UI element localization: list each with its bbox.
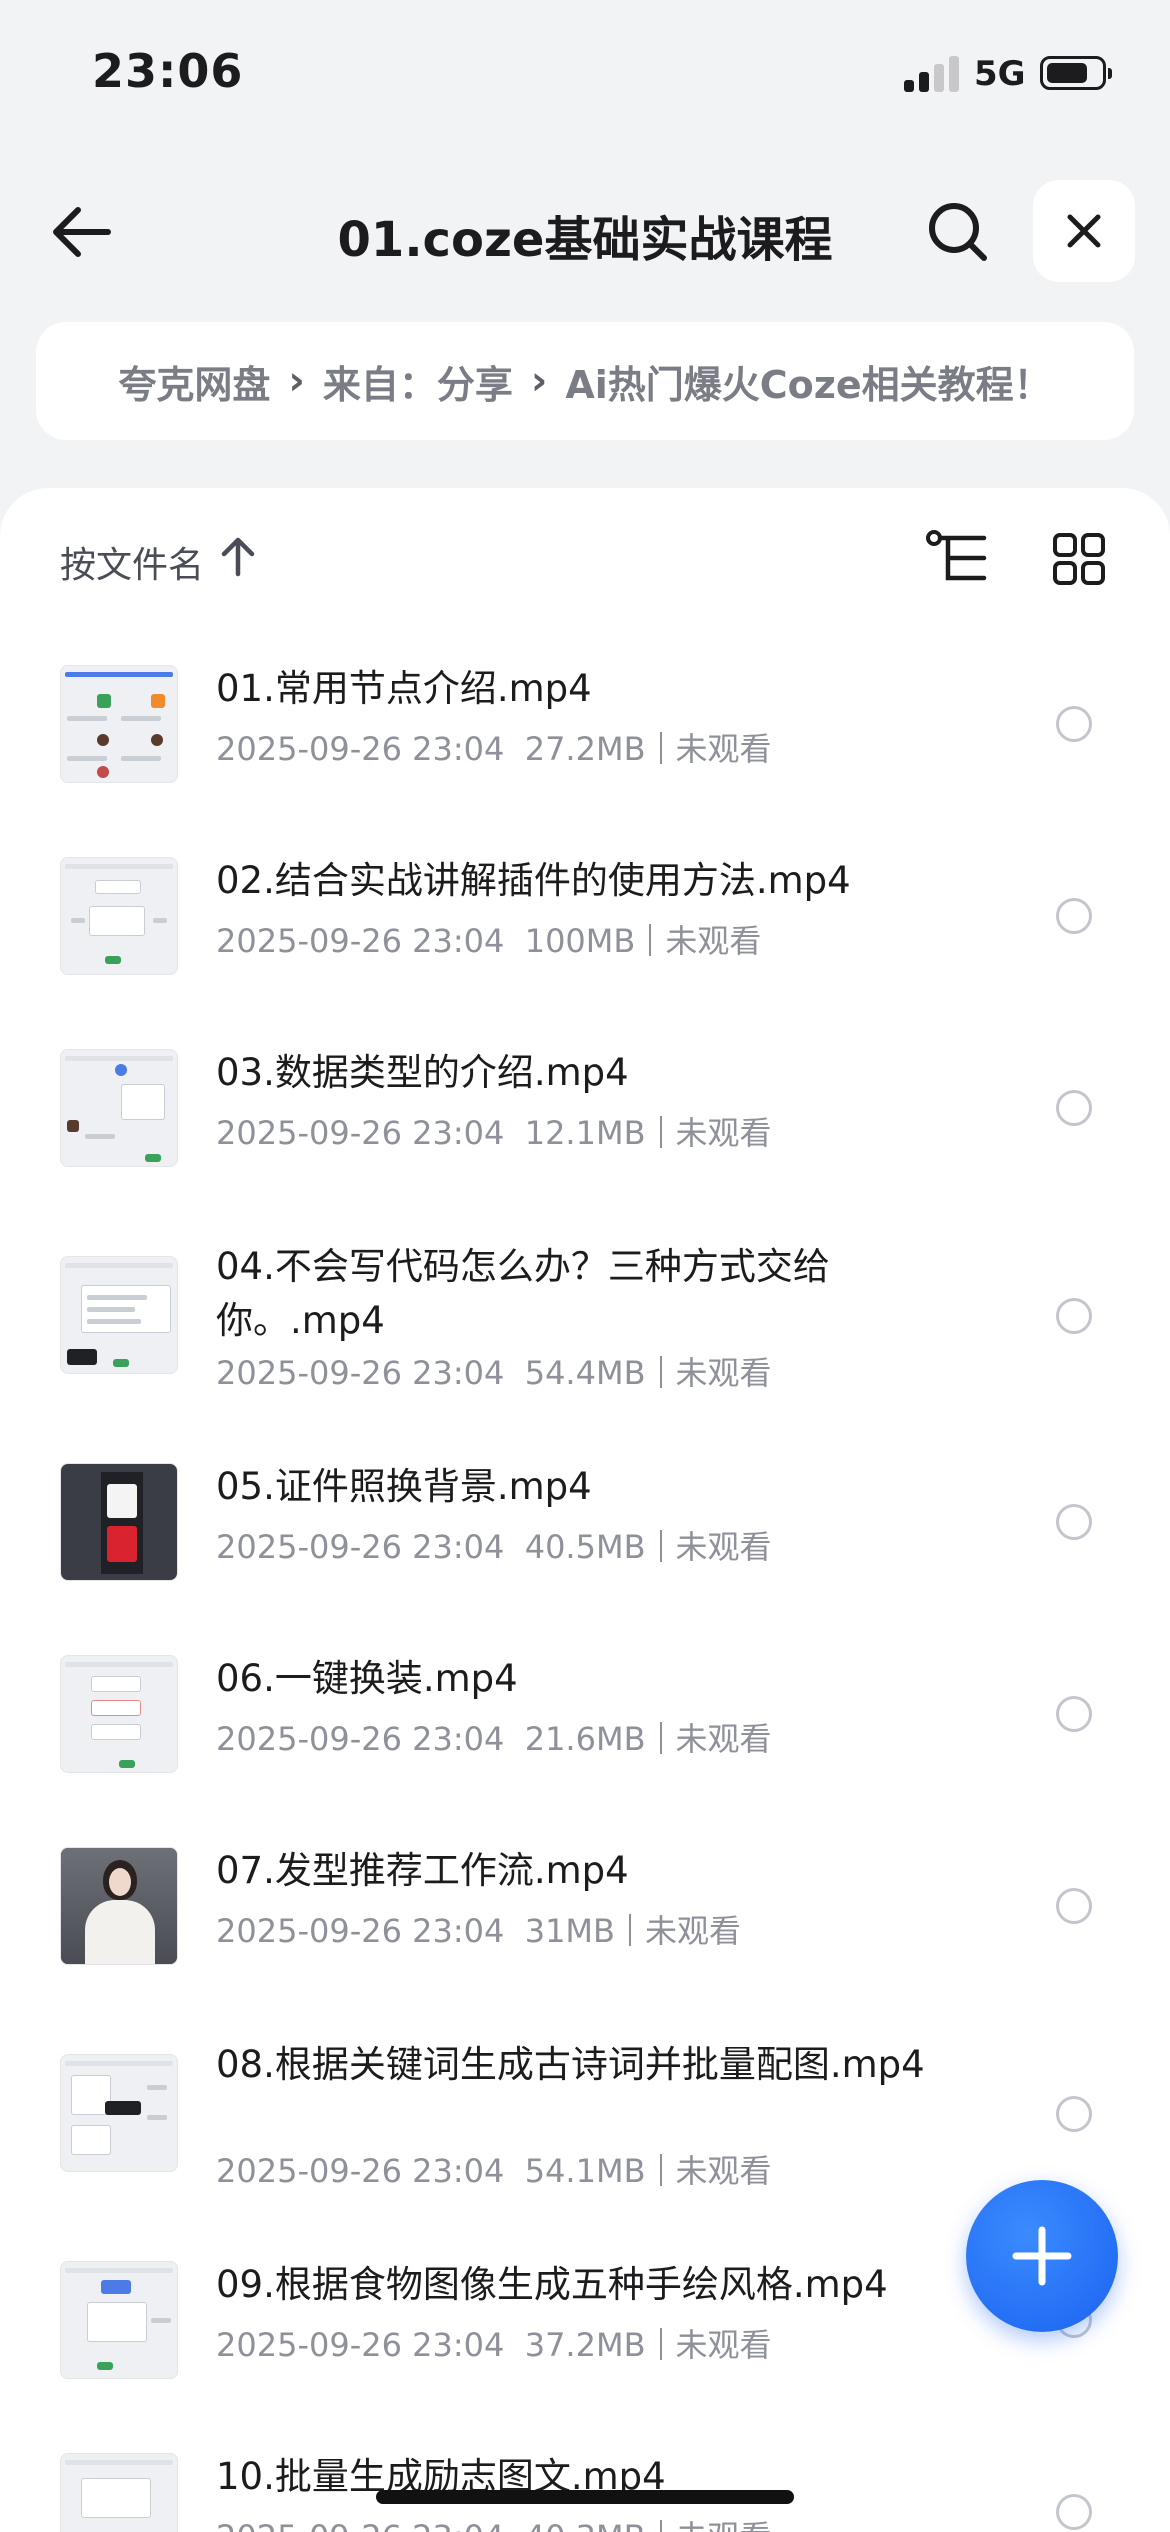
close-icon (1067, 214, 1101, 248)
home-indicator[interactable] (376, 2490, 794, 2504)
video-thumbnail (60, 857, 178, 975)
select-radio[interactable] (1056, 1504, 1092, 1540)
sort-by-name-button[interactable]: 按文件名 (60, 536, 204, 588)
status-time: 23:06 (92, 44, 244, 98)
page-title: 01.coze基础实战课程 (337, 212, 833, 268)
video-thumbnail (60, 1655, 178, 1773)
file-meta: 2025-09-26 23:04 27.2MB 未观看 (216, 730, 772, 768)
video-thumbnail (60, 1049, 178, 1167)
file-meta: 2025-09-26 23:04 40.3MB未观看 (216, 2512, 772, 2532)
select-radio[interactable] (1056, 2494, 1092, 2530)
select-radio[interactable] (1056, 1696, 1092, 1732)
file-name: 06.一键换装.mp4 (216, 1657, 518, 1700)
search-icon (929, 203, 987, 261)
breadcrumb-item-share[interactable]: 来自：分享 (323, 354, 513, 409)
select-radio[interactable] (1056, 898, 1092, 934)
select-radio[interactable] (1056, 1298, 1092, 1334)
file-row[interactable]: 07.发型推荐工作流.mp4 2025-09-26 23:04 31MB 未观看 (0, 1810, 1170, 2002)
file-meta: 2025-09-26 23:04 100MB 未观看 (216, 922, 762, 960)
tree-view-icon[interactable] (924, 528, 990, 588)
search-button[interactable] (918, 192, 998, 272)
file-name: 01.常用节点介绍.mp4 (216, 667, 592, 710)
file-meta: 2025-09-26 23:04 31MB 未观看 (216, 1912, 741, 1950)
file-name: 09.根据食物图像生成五种手绘风格.mp4 (216, 2263, 888, 2306)
close-button[interactable] (1033, 180, 1135, 282)
breadcrumb-item-folder[interactable]: Ai热门爆火Coze相关教程！ (565, 354, 1051, 409)
file-row[interactable]: 10.批量生成励志图文.mp4 2025-09-26 23:04 40.3MB未… (0, 2416, 1170, 2532)
video-thumbnail (60, 1847, 178, 1965)
video-thumbnail (60, 665, 178, 783)
select-radio[interactable] (1056, 706, 1092, 742)
status-bar: 23:06 5G (0, 0, 1170, 150)
add-button[interactable] (966, 2180, 1118, 2332)
file-meta: 2025-09-26 23:04 54.1MB 未观看 (216, 2152, 772, 2190)
video-thumbnail (60, 1256, 178, 1374)
file-row[interactable]: 01.常用节点介绍.mp4 2025-09-26 23:04 27.2MB 未观看 (0, 628, 1170, 820)
video-thumbnail (60, 2054, 178, 2172)
select-radio[interactable] (1056, 2096, 1092, 2132)
file-row[interactable]: 08.根据关键词生成古诗词并批量配图.mp4 2025-09-26 23:04 … (0, 2002, 1170, 2224)
cellular-signal-icon (904, 52, 962, 92)
video-thumbnail (60, 2261, 178, 2379)
file-row[interactable]: 06.一键换装.mp4 2025-09-26 23:04 21.6MB 未观看 (0, 1618, 1170, 1810)
back-button[interactable] (42, 192, 122, 272)
video-thumbnail (60, 2453, 178, 2532)
battery-icon (1040, 56, 1112, 90)
file-name: 05.证件照换背景.mp4 (216, 1465, 592, 1508)
nav-bar: 01.coze基础实战课程 (0, 170, 1170, 290)
file-meta: 2025-09-26 23:04 21.6MB 未观看 (216, 1720, 772, 1758)
file-name: 03.数据类型的介绍.mp4 (216, 1051, 629, 1094)
select-radio[interactable] (1056, 1090, 1092, 1126)
sort-bar: 按文件名 (0, 488, 1170, 628)
select-radio[interactable] (1056, 1888, 1092, 1924)
file-row[interactable]: 02.结合实战讲解插件的使用方法.mp4 2025-09-26 23:04 10… (0, 820, 1170, 1012)
network-type: 5G (974, 54, 1026, 94)
file-meta: 2025-09-26 23:04 54.4MB 未观看 (216, 1354, 772, 1392)
breadcrumb: 夸克网盘 › 来自：分享 › Ai热门爆火Coze相关教程！ (36, 322, 1134, 440)
arrow-up-icon[interactable] (218, 534, 258, 578)
file-row[interactable]: 04.不会写代码怎么办？三种方式交给你。.mp4 2025-09-26 23:0… (0, 1204, 1170, 1426)
file-row[interactable]: 03.数据类型的介绍.mp4 2025-09-26 23:04 12.1MB 未观… (0, 1012, 1170, 1204)
file-meta: 2025-09-26 23:04 12.1MB 未观看 (216, 1114, 772, 1152)
chevron-right-icon: › (530, 358, 548, 404)
file-meta: 2025-09-26 23:04 37.2MB 未观看 (216, 2326, 772, 2364)
grid-view-icon[interactable] (1052, 532, 1106, 586)
file-row[interactable]: 05.证件照换背景.mp4 2025-09-26 23:04 40.5MB 未观看 (0, 1426, 1170, 1618)
arrow-left-icon (53, 207, 111, 257)
file-name: 04.不会写代码怎么办？三种方式交给你。.mp4 (216, 1245, 830, 1342)
video-thumbnail (60, 1463, 178, 1581)
file-meta: 2025-09-26 23:04 40.5MB 未观看 (216, 1528, 772, 1566)
file-name: 02.结合实战讲解插件的使用方法.mp4 (216, 859, 851, 902)
file-name: 08.根据关键词生成古诗词并批量配图.mp4 (216, 2043, 925, 2086)
chevron-right-icon: › (288, 358, 305, 404)
file-name: 07.发型推荐工作流.mp4 (216, 1849, 629, 1892)
plus-icon (1012, 2226, 1072, 2286)
breadcrumb-item-root[interactable]: 夸克网盘 (118, 354, 270, 409)
